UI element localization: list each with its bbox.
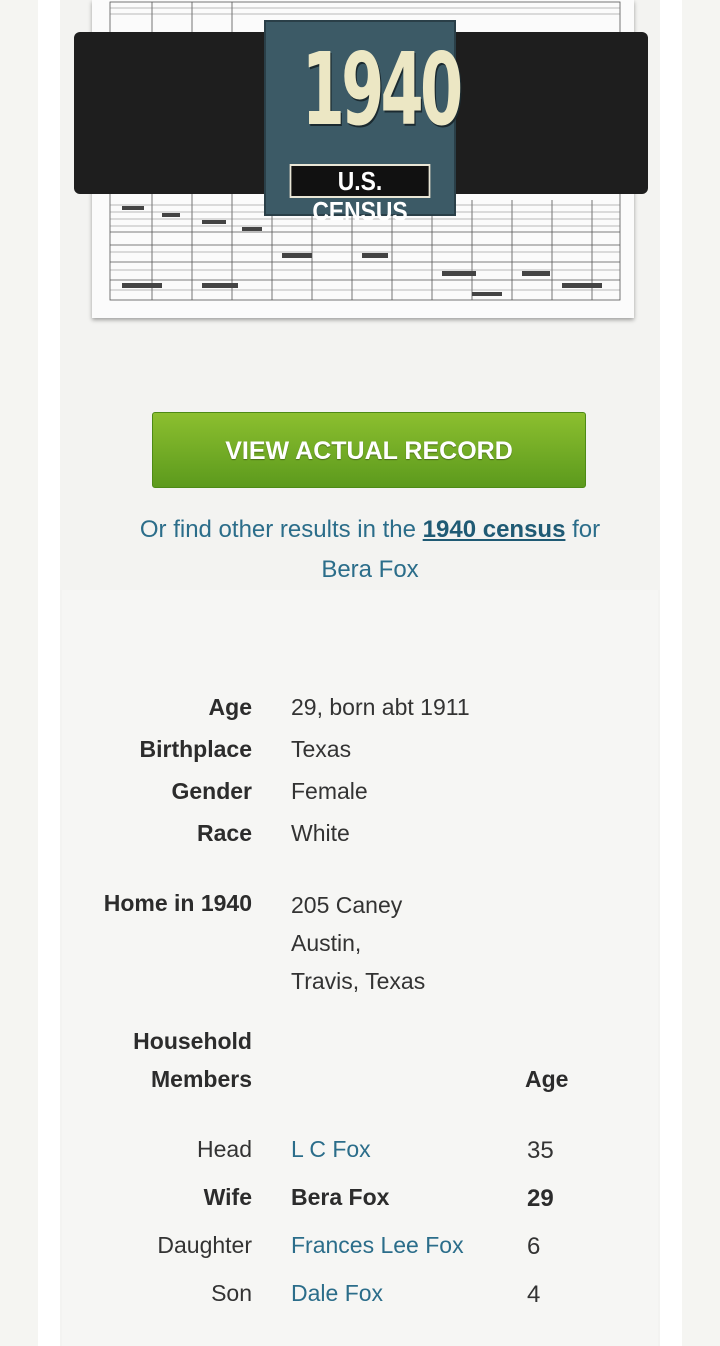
age-value: 29, born abt 1911: [291, 694, 470, 720]
household-label-line1: Household: [133, 1028, 252, 1054]
member-age: 29: [527, 1185, 554, 1212]
gender-value: Female: [291, 778, 368, 804]
find-other-suffix: for: [565, 516, 601, 543]
left-margin: [38, 0, 60, 1346]
member-relation: Daughter: [157, 1232, 252, 1258]
gender-label: Gender: [171, 778, 252, 804]
birthplace-label: Birthplace: [139, 736, 252, 762]
birthplace-value: Texas: [291, 736, 352, 762]
home-label: Home in 1940: [103, 890, 252, 916]
address-county-state: Travis, Texas: [291, 968, 426, 994]
view-actual-record-button[interactable]: VIEW ACTUAL RECORD: [152, 412, 586, 488]
home-address: 205 Caney Austin, Travis, Texas: [291, 886, 425, 1000]
member-age: 4: [527, 1281, 541, 1308]
member-name: Bera Fox: [291, 1184, 390, 1210]
member-relation: Wife: [203, 1184, 252, 1210]
age-column-header: Age: [525, 1066, 569, 1092]
member-relation: Son: [211, 1280, 252, 1306]
census-1940-logo: 1940 U.S. CENSUS: [264, 20, 463, 226]
census-1940-link[interactable]: 1940 census: [423, 516, 566, 543]
member-name-link[interactable]: Dale Fox: [291, 1278, 383, 1308]
find-other-results: Or find other results in the 1940 census…: [100, 510, 640, 590]
badge-year: 1940: [301, 31, 463, 148]
household-members-label: Household Members: [62, 1022, 252, 1098]
race-label: Race: [197, 820, 252, 846]
address-city: Austin,: [291, 930, 362, 956]
member-name-link[interactable]: Frances Lee Fox: [291, 1230, 464, 1260]
member-age: 35: [527, 1137, 554, 1164]
search-name-link[interactable]: Bera Fox: [321, 556, 418, 583]
age-label: Age: [208, 694, 252, 720]
census-record-page: 1940 U.S. CENSUS VIEW ACTUAL RECORD Or f…: [0, 0, 720, 1346]
member-relation: Head: [197, 1136, 252, 1162]
address-street: 205 Caney: [291, 892, 403, 918]
member-age: 6: [527, 1233, 541, 1260]
race-value: White: [291, 820, 350, 846]
member-name-link[interactable]: L C Fox: [291, 1134, 371, 1164]
right-margin: [660, 0, 682, 1346]
badge-label: U.S. CENSUS: [289, 164, 431, 226]
find-other-prefix: Or find other results in the: [139, 516, 423, 543]
household-label-line2: Members: [151, 1066, 252, 1092]
